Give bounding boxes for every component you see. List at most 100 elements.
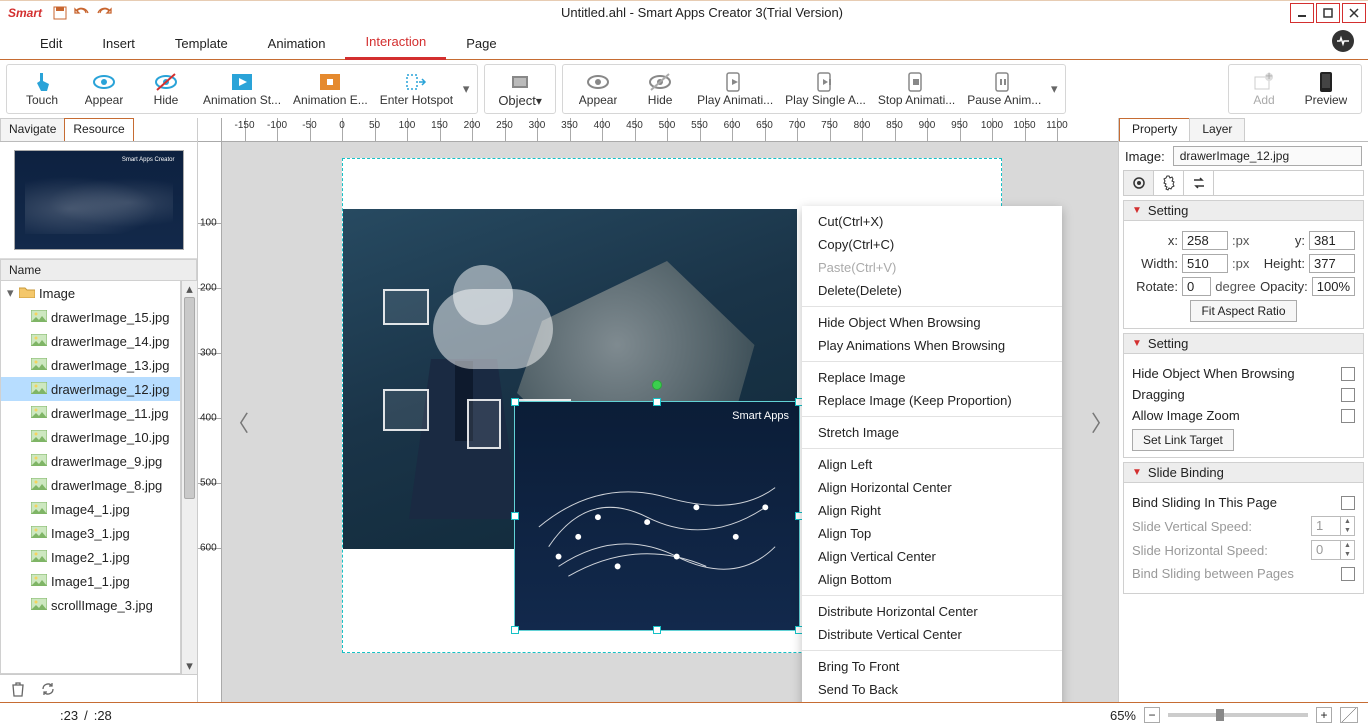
maximize-button[interactable] (1316, 3, 1340, 23)
menu-item[interactable]: Align Vertical Center (802, 545, 1062, 568)
group-overflow-icon[interactable]: ▾ (1047, 81, 1061, 97)
minimize-button[interactable] (1290, 3, 1314, 23)
tab-resource[interactable]: Resource (64, 118, 133, 141)
resource-item[interactable]: Image4_1.jpg (1, 497, 180, 521)
resize-handle-bm[interactable] (653, 626, 661, 634)
rotate-handle[interactable] (652, 380, 662, 390)
menu-item[interactable]: Distribute Horizontal Center (802, 600, 1062, 623)
resource-item[interactable]: drawerImage_10.jpg (1, 425, 180, 449)
resource-item[interactable]: drawerImage_12.jpg (1, 377, 180, 401)
tab-insert[interactable]: Insert (82, 28, 155, 59)
resize-handle-tl[interactable] (511, 398, 519, 406)
undo-icon[interactable] (72, 3, 92, 23)
menu-item[interactable]: Copy(Ctrl+C) (802, 233, 1062, 256)
opacity-input[interactable]: 100% (1312, 277, 1355, 296)
bind-sliding-page-checkbox[interactable] (1341, 496, 1355, 510)
gear-icon[interactable] (1124, 171, 1154, 195)
section-header[interactable]: ▼Slide Binding (1123, 462, 1364, 483)
zoom-out-button[interactable]: − (1144, 707, 1160, 723)
zoom-slider-knob[interactable] (1216, 709, 1224, 721)
spin-down-icon[interactable]: ▼ (1341, 526, 1354, 535)
height-input[interactable]: 377 (1309, 254, 1355, 273)
zoom-fit-button[interactable] (1340, 707, 1358, 723)
spin-up-icon[interactable]: ▲ (1341, 541, 1354, 550)
resource-item[interactable]: drawerImage_13.jpg (1, 353, 180, 377)
menu-item[interactable]: Hide Object When Browsing (802, 311, 1062, 334)
x-input[interactable]: 258 (1182, 231, 1228, 250)
enter-hotspot-button[interactable]: Enter Hotspot (374, 64, 459, 114)
zoom-label[interactable]: 65% (1110, 708, 1136, 723)
animation-start-button[interactable]: Animation St... (197, 64, 287, 114)
tab-navigate[interactable]: Navigate (0, 118, 65, 141)
set-link-target-button[interactable]: Set Link Target (1132, 429, 1234, 451)
dragging-checkbox[interactable] (1341, 388, 1355, 402)
context-menu[interactable]: Cut(Ctrl+X)Copy(Ctrl+C)Paste(Ctrl+V)Dele… (802, 206, 1062, 702)
stop-animation-button[interactable]: Stop Animati... (872, 64, 961, 114)
resource-item[interactable]: drawerImage_15.jpg (1, 305, 180, 329)
fit-aspect-ratio-button[interactable]: Fit Aspect Ratio (1190, 300, 1296, 322)
resource-item[interactable]: drawerImage_8.jpg (1, 473, 180, 497)
menu-item[interactable]: Align Left (802, 453, 1062, 476)
zoom-in-button[interactable]: + (1316, 707, 1332, 723)
menu-item[interactable]: Distribute Vertical Center (802, 623, 1062, 646)
preview-button[interactable]: Preview (1295, 64, 1357, 114)
tab-page[interactable]: Page (446, 28, 516, 59)
menu-item[interactable]: Delete(Delete) (802, 279, 1062, 302)
redo-icon[interactable] (94, 3, 114, 23)
y-input[interactable]: 381 (1309, 231, 1355, 250)
menu-item[interactable]: Replace Image (Keep Proportion) (802, 389, 1062, 412)
play-single-button[interactable]: Play Single A... (779, 64, 872, 114)
tab-layer[interactable]: Layer (1189, 118, 1245, 141)
section-header[interactable]: ▼Setting (1123, 200, 1364, 221)
scroll-track[interactable] (182, 297, 197, 658)
folder-image[interactable]: ▾ Image (1, 281, 180, 305)
cog-icon[interactable] (1154, 171, 1184, 195)
width-input[interactable]: 510 (1182, 254, 1228, 273)
menu-item[interactable]: Align Horizontal Center (802, 476, 1062, 499)
group-overflow-icon[interactable]: ▾ (459, 81, 473, 97)
menu-item[interactable]: Align Bottom (802, 568, 1062, 591)
object-dropdown[interactable]: Object▾ (489, 64, 551, 114)
resize-handle-bl[interactable] (511, 626, 519, 634)
canvas[interactable]: 〈 〉 Smart Apps (222, 142, 1118, 702)
section-header[interactable]: ▼Setting (1123, 333, 1364, 354)
menu-item[interactable]: Align Right (802, 499, 1062, 522)
canvas-image-selected[interactable]: Smart Apps (514, 401, 800, 631)
image-file-value[interactable]: drawerImage_12.jpg (1173, 146, 1362, 166)
spin-up-icon[interactable]: ▲ (1341, 517, 1354, 526)
resource-item[interactable]: Image2_1.jpg (1, 545, 180, 569)
close-button[interactable] (1342, 3, 1366, 23)
bind-sliding-pages-checkbox[interactable] (1341, 567, 1355, 581)
appear-button[interactable]: Appear (73, 64, 135, 114)
scroll-down-icon[interactable]: ▾ (182, 658, 197, 674)
touch-button[interactable]: Touch (11, 64, 73, 114)
tab-property[interactable]: Property (1119, 118, 1190, 141)
resource-thumbnail[interactable]: Smart Apps Creator (0, 142, 197, 259)
menu-item[interactable]: Align Top (802, 522, 1062, 545)
rotate-input[interactable]: 0 (1182, 277, 1211, 296)
allow-zoom-checkbox[interactable] (1341, 409, 1355, 423)
menu-item[interactable]: Send To Back (802, 678, 1062, 701)
tab-template[interactable]: Template (155, 28, 248, 59)
resource-item[interactable]: Image1_1.jpg (1, 569, 180, 593)
resize-handle-tm[interactable] (653, 398, 661, 406)
save-icon[interactable] (50, 3, 70, 23)
collapse-icon[interactable]: ▾ (7, 285, 19, 301)
swap-icon[interactable] (1184, 171, 1214, 195)
hide2-button[interactable]: Hide (629, 64, 691, 114)
trash-icon[interactable] (10, 681, 26, 697)
zoom-slider[interactable] (1168, 713, 1308, 717)
animation-end-button[interactable]: Animation E... (287, 64, 374, 114)
prev-page-arrow[interactable]: 〈 (226, 402, 250, 442)
tab-interaction[interactable]: Interaction (345, 26, 446, 60)
resource-item[interactable]: Image3_1.jpg (1, 521, 180, 545)
spin-down-icon[interactable]: ▼ (1341, 550, 1354, 559)
menu-item[interactable]: Bring Forward (802, 701, 1062, 702)
play-animation-button[interactable]: Play Animati... (691, 64, 779, 114)
refresh-icon[interactable] (40, 681, 56, 697)
resource-item[interactable]: drawerImage_9.jpg (1, 449, 180, 473)
tree-scrollbar[interactable]: ▴ ▾ (181, 281, 197, 674)
appear2-button[interactable]: Appear (567, 64, 629, 114)
scroll-up-icon[interactable]: ▴ (182, 281, 197, 297)
resize-handle-ml[interactable] (511, 512, 519, 520)
